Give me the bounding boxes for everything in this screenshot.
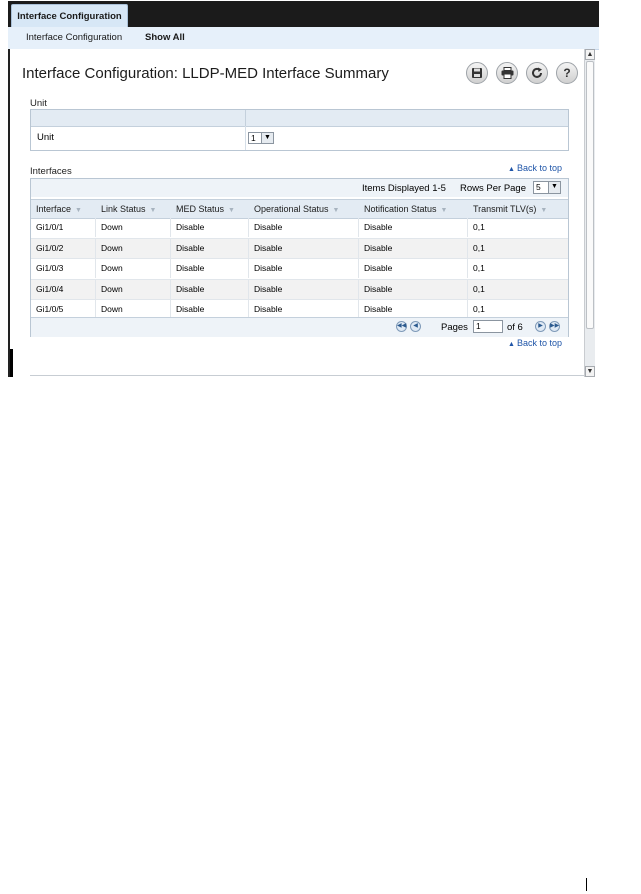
cell-notification-status: Disable (359, 259, 468, 279)
sort-icon: ▼ (228, 207, 235, 214)
table-row[interactable]: Gi1/0/2 Down Disable Disable Disable 0,1 (31, 238, 568, 260)
column-header-link-status[interactable]: Link Status ▼ (96, 200, 171, 218)
first-page-icon[interactable]: ◀◀ (396, 321, 407, 332)
rows-per-page-select[interactable]: 5 ▼ (533, 181, 561, 194)
scroll-down-icon[interactable]: ▼ (585, 366, 595, 377)
cell-notification-status: Disable (359, 238, 468, 258)
help-icon[interactable]: ? (556, 62, 578, 84)
sort-icon: ▼ (440, 207, 448, 214)
subnav-show-all[interactable]: Show All (145, 27, 185, 49)
scrollbar-thumb[interactable] (586, 61, 594, 329)
column-header-operational-status[interactable]: Operational Status ▼ (249, 200, 359, 218)
cell-interface: Gi1/0/1 (31, 218, 96, 237)
table-body: Gi1/0/1 Down Disable Disable Disable 0,1… (31, 218, 568, 321)
column-header-med-status[interactable]: MED Status ▼ (171, 200, 249, 218)
table-row[interactable]: Gi1/0/4 Down Disable Disable Disable 0,1 (31, 279, 568, 301)
sort-icon: ▼ (75, 207, 82, 214)
triangle-up-icon: ▲ (508, 166, 515, 173)
cell-notification-status: Disable (359, 279, 468, 299)
cell-operational-status: Disable (249, 279, 359, 299)
cell-operational-status: Disable (249, 259, 359, 279)
sort-icon: ▼ (149, 207, 157, 214)
back-to-top-link-bottom[interactable]: ▲ Back to top (508, 338, 562, 348)
items-displayed: Items Displayed 1-5 (362, 183, 446, 194)
interfaces-section-label: Interfaces (30, 166, 72, 177)
unit-select-value: 1 (251, 133, 256, 143)
interfaces-table: Items Displayed 1-5 Rows Per Page 5 ▼ In… (30, 178, 569, 337)
column-header-interface[interactable]: Interface ▼ (31, 200, 96, 218)
sub-navigation: Interface Configuration Show All (8, 27, 599, 50)
print-icon[interactable] (496, 62, 518, 84)
left-edge-strip (10, 349, 13, 377)
table-controls: Items Displayed 1-5 Rows Per Page 5 ▼ (31, 179, 568, 197)
page-count: of 6 (507, 322, 523, 333)
triangle-up-icon: ▲ (508, 341, 515, 348)
sort-icon: ▼ (332, 207, 340, 214)
tab-interface-configuration[interactable]: Interface Configuration (11, 4, 128, 28)
cell-notification-status: Disable (359, 218, 468, 237)
cell-transmit-tlvs: 0,1 (473, 283, 485, 294)
column-header-notification-status[interactable]: Notification Status ▼ (359, 200, 468, 218)
pages-label: Pages (441, 322, 468, 333)
unit-table-header (31, 110, 568, 127)
cell-operational-status: Disable (249, 238, 359, 258)
vertical-scrollbar[interactable]: ▲ ▼ (584, 49, 595, 377)
cell-transmit-tlvs: 0,1 (473, 263, 485, 274)
cell-link-status: Down (96, 238, 171, 258)
table-header: Interface ▼ Link Status ▼ MED Status ▼ Oper… (31, 199, 568, 219)
table-row[interactable]: Gi1/0/3 Down Disable Disable Disable 0,1 (31, 259, 568, 280)
previous-page-icon[interactable]: ◀ (410, 321, 421, 332)
back-to-top-label: Back to top (516, 163, 562, 173)
cell-interface: Gi1/0/2 (31, 238, 96, 258)
scroll-up-icon[interactable]: ▲ (585, 49, 595, 60)
unit-section-label: Unit (30, 98, 47, 109)
chevron-down-icon: ▼ (261, 133, 273, 143)
page-margin-mark (586, 878, 587, 891)
cell-med-status: Disable (171, 259, 249, 279)
cell-link-status: Down (96, 279, 171, 299)
cell-med-status: Disable (171, 238, 249, 258)
table-row[interactable]: Gi1/0/1 Down Disable Disable Disable 0,1 (31, 218, 568, 239)
last-page-icon[interactable]: ▶▶ (549, 321, 560, 332)
sort-icon: ▼ (540, 207, 548, 214)
page-title: Interface Configuration: LLDP-MED Interf… (22, 65, 389, 82)
subnav-interface-configuration[interactable]: Interface Configuration (26, 27, 122, 49)
app-window: Interface Configuration Interface Config… (8, 1, 603, 379)
refresh-icon[interactable] (526, 62, 548, 84)
content-pane: Interface Configuration: LLDP-MED Interf… (8, 49, 595, 377)
back-to-top-link[interactable]: ▲ Back to top (508, 163, 562, 173)
divider (30, 375, 587, 376)
unit-row-label: Unit (37, 132, 54, 143)
cell-med-status: Disable (171, 218, 249, 237)
rows-per-page-value: 5 (536, 182, 541, 192)
unit-table: Unit 1 ▼ (30, 109, 569, 151)
cell-transmit-tlvs: 0,1 (473, 242, 485, 253)
cell-link-status: Down (96, 259, 171, 279)
column-header-transmit-tlvs[interactable]: Transmit TLV(s) ▼ (468, 200, 568, 218)
unit-select[interactable]: 1 ▼ (248, 132, 274, 144)
back-to-top-label: Back to top (516, 338, 562, 348)
rows-per-page-label: Rows Per Page (460, 183, 527, 194)
next-page-icon[interactable]: ▶ (535, 321, 546, 332)
cell-med-status: Disable (171, 279, 249, 299)
cell-interface: Gi1/0/4 (31, 279, 96, 299)
chevron-down-icon: ▼ (548, 182, 560, 193)
page-number-input[interactable]: 1 (473, 320, 503, 333)
top-tab-bar: Interface Configuration (8, 1, 599, 28)
cell-interface: Gi1/0/3 (31, 259, 96, 279)
cell-operational-status: Disable (249, 218, 359, 237)
save-icon[interactable] (466, 62, 488, 84)
cell-link-status: Down (96, 218, 171, 237)
pagination-bar: ◀◀ ◀ Pages 1 of 6 ▶ ▶▶ (31, 317, 568, 337)
cell-transmit-tlvs: 0,1 (473, 222, 485, 232)
